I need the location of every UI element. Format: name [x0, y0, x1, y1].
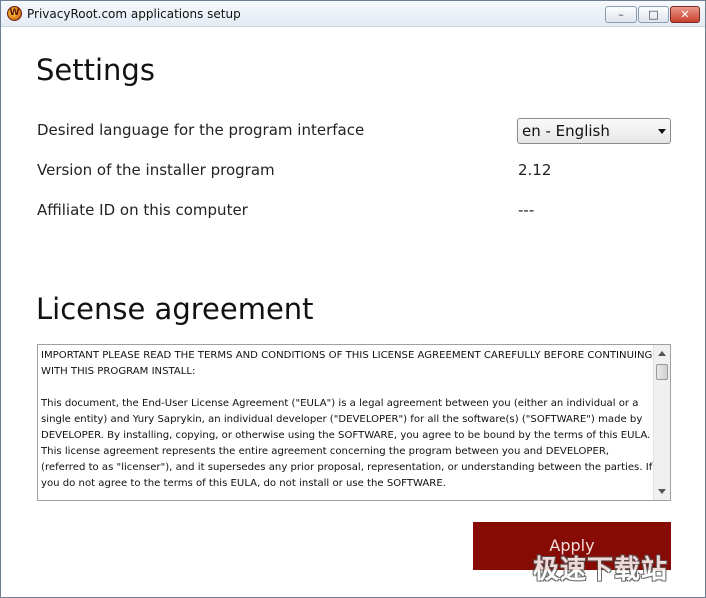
scroll-up-arrow-icon[interactable] [658, 351, 666, 356]
minimize-button[interactable]: – [605, 6, 637, 23]
site-watermark: 极速下载站 [533, 555, 669, 585]
affiliate-id-value: --- [518, 201, 535, 219]
affiliate-id-label: Affiliate ID on this computer [37, 201, 248, 219]
license-text-box[interactable]: IMPORTANT PLEASE READ THE TERMS AND COND… [37, 344, 671, 501]
license-paragraph: This document, the End-User License Agre… [41, 398, 653, 489]
window-title: PrivacyRoot.com applications setup [27, 7, 241, 21]
license-heading: License agreement [36, 292, 314, 326]
close-button[interactable]: ✕ [670, 6, 700, 23]
license-scrollbar[interactable] [653, 345, 670, 500]
title-bar[interactable]: W PrivacyRoot.com applications setup – □… [1, 1, 705, 27]
license-paragraph: IMPORTANT PLEASE READ THE TERMS AND COND… [41, 350, 653, 377]
setup-window: W PrivacyRoot.com applications setup – □… [0, 0, 706, 598]
maximize-button[interactable]: □ [638, 6, 669, 23]
dropdown-arrow-icon [658, 129, 666, 134]
language-label: Desired language for the program interfa… [37, 121, 365, 139]
license-text: IMPORTANT PLEASE READ THE TERMS AND COND… [41, 348, 655, 492]
language-select-value: en - English [522, 122, 610, 140]
privacyroot-logo-icon: W [7, 6, 22, 21]
settings-heading: Settings [36, 53, 155, 87]
installer-version-value: 2.12 [518, 161, 552, 179]
installer-version-label: Version of the installer program [37, 161, 275, 179]
language-select[interactable]: en - English [517, 118, 671, 144]
license-paragraph-spacer [41, 380, 655, 396]
scroll-down-arrow-icon[interactable] [658, 489, 666, 494]
scrollbar-thumb[interactable] [656, 364, 668, 380]
